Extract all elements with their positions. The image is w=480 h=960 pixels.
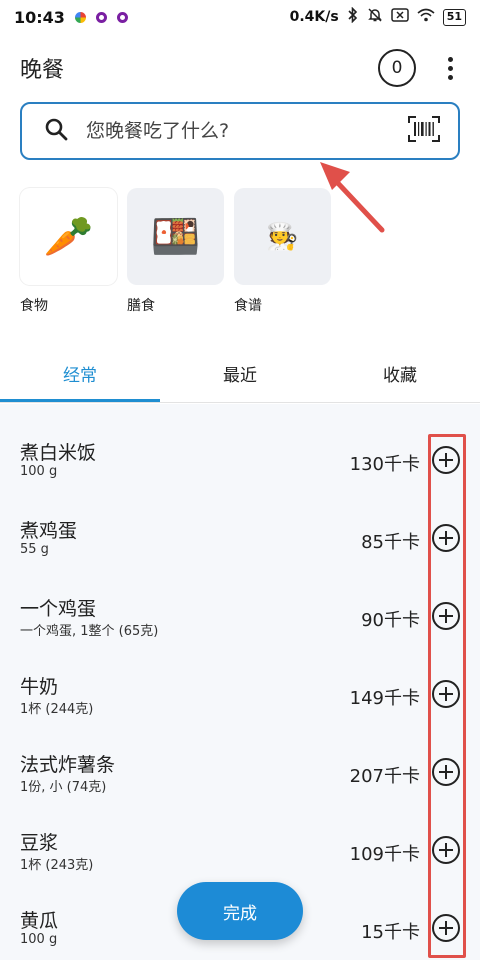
meal-count-button[interactable]: 0 (378, 49, 416, 87)
category-recipe[interactable]: 🧑‍🍳 食谱 (234, 188, 331, 315)
search-input[interactable] (86, 120, 408, 142)
add-circle-icon[interactable] (431, 679, 461, 709)
status-bar: 10:43 0.4K/s 51 (0, 0, 480, 34)
add-circle-icon[interactable] (431, 913, 461, 943)
tab-frequent[interactable]: 经常 (0, 345, 160, 402)
cook-icon: 🧑‍🍳 (234, 188, 331, 285)
list-item[interactable]: 一个鸡蛋 一个鸡蛋, 1整个 (65克) 90千卡 (0, 560, 480, 639)
food-portion: 1份, 小 (74克) (20, 780, 107, 795)
food-portion: 1杯 (243克) (20, 858, 94, 873)
bento-box-icon: 🍱 (127, 188, 224, 285)
app-notification-icon (116, 11, 128, 23)
food-calories: 109千卡 (349, 844, 420, 865)
carrot-icon: 🥕 (20, 188, 117, 285)
add-circle-icon[interactable] (431, 601, 461, 631)
category-label: 膳食 (127, 298, 155, 314)
food-calories: 90千卡 (361, 610, 420, 631)
food-portion: 55 g (20, 542, 49, 557)
food-calories: 85千卡 (361, 532, 420, 553)
list-item[interactable]: 煮白米饭 100 g 130千卡 (0, 404, 480, 482)
category-meal[interactable]: 🍱 膳食 (127, 188, 224, 315)
category-tiles: 🥕 食物 🍱 膳食 🧑‍🍳 食谱 (20, 188, 331, 315)
food-name: 豆浆 (20, 832, 59, 854)
list-item[interactable]: 牛奶 1杯 (244克) 149千卡 (0, 638, 480, 717)
search-box[interactable] (20, 102, 460, 160)
food-calories: 207千卡 (349, 766, 420, 787)
food-tabs: 经常 最近 收藏 (0, 345, 480, 403)
food-name: 一个鸡蛋 (20, 598, 97, 620)
food-calories: 130千卡 (349, 454, 420, 475)
add-circle-icon[interactable] (431, 523, 461, 553)
food-name: 煮鸡蛋 (20, 520, 78, 542)
app-notification-icon (74, 11, 86, 23)
barcode-scan-icon[interactable] (408, 115, 440, 147)
add-circle-icon[interactable] (431, 445, 461, 475)
network-speed: 0.4K/s (289, 9, 339, 25)
food-portion: 一个鸡蛋, 1整个 (65克) (20, 624, 159, 639)
app-notification-icon (95, 11, 107, 23)
food-portion: 1杯 (244克) (20, 702, 94, 717)
food-portion: 100 g (20, 932, 58, 947)
search-icon (44, 117, 68, 145)
add-circle-icon[interactable] (431, 757, 461, 787)
list-item[interactable]: 豆浆 1杯 (243克) 109千卡 (0, 794, 480, 873)
food-list: 煮白米饭 100 g 130千卡 煮鸡蛋 55 g 85千卡 一个鸡蛋 一个鸡蛋… (0, 404, 480, 960)
tab-favorites[interactable]: 收藏 (320, 345, 480, 402)
list-item[interactable]: 煮鸡蛋 55 g 85千卡 (0, 482, 480, 560)
top-bar: 晚餐 0 (0, 40, 480, 96)
food-name: 煮白米饭 (20, 442, 97, 464)
battery-indicator: 51 (442, 8, 466, 26)
food-calories: 149千卡 (349, 688, 420, 709)
food-name: 黄瓜 (20, 910, 59, 932)
category-food[interactable]: 🥕 食物 (20, 188, 117, 315)
bell-muted-icon (367, 7, 383, 27)
wifi-icon (417, 8, 435, 26)
done-button[interactable]: 完成 (177, 882, 303, 940)
status-time: 10:43 (14, 7, 65, 27)
sim-disabled-icon (390, 8, 409, 26)
category-label: 食谱 (234, 298, 262, 314)
category-label: 食物 (20, 298, 48, 314)
food-calories: 15千卡 (361, 922, 420, 943)
page-title: 晚餐 (20, 58, 65, 83)
bluetooth-icon (347, 6, 359, 27)
add-circle-icon[interactable] (431, 835, 461, 865)
food-name: 法式炸薯条 (20, 754, 116, 776)
food-name: 牛奶 (20, 676, 59, 698)
more-vertical-icon[interactable] (440, 56, 460, 80)
list-item[interactable]: 法式炸薯条 1份, 小 (74克) 207千卡 (0, 716, 480, 795)
tab-recent[interactable]: 最近 (160, 345, 320, 402)
food-portion: 100 g (20, 464, 58, 479)
